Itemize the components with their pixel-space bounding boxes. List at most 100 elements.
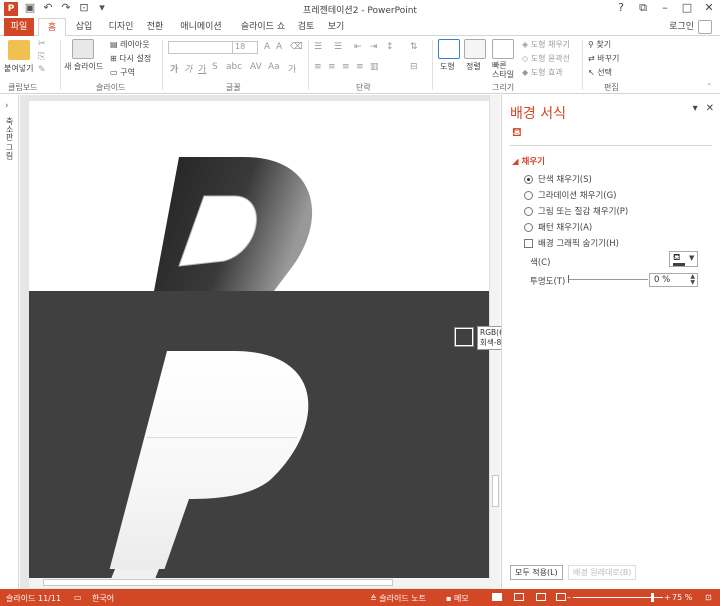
apply-to-all-button[interactable]: 모두 적용(L) bbox=[510, 565, 563, 580]
transparency-input[interactable]: 0 % ▲ ▼ bbox=[649, 273, 698, 287]
spellcheck-icon[interactable]: ▭ bbox=[74, 593, 82, 602]
reading-view-icon[interactable] bbox=[536, 593, 546, 601]
quick-styles-icon[interactable] bbox=[492, 39, 514, 59]
decrease-indent-icon[interactable]: ⇤ bbox=[354, 42, 362, 52]
expand-pane-icon[interactable]: › bbox=[5, 101, 9, 111]
tab-animations[interactable]: 애니메이션 bbox=[176, 18, 226, 36]
spin-arrows-icon[interactable]: ▲ ▼ bbox=[690, 274, 695, 286]
quick-styles-button[interactable]: 빠른 스타일 bbox=[492, 61, 516, 79]
collapse-ribbon-icon[interactable]: ⌃ bbox=[706, 82, 713, 91]
radio-gradient[interactable] bbox=[524, 190, 533, 200]
zoom-slider-thumb[interactable] bbox=[651, 593, 654, 602]
bullets-icon[interactable]: ☰ bbox=[314, 42, 322, 52]
slideshow-view-icon[interactable] bbox=[556, 593, 566, 601]
copy-icon[interactable]: ⎘ bbox=[38, 52, 45, 62]
font-size-box[interactable]: 18 bbox=[232, 41, 258, 54]
close-button[interactable]: ✕ bbox=[702, 2, 716, 14]
transparency-slider[interactable] bbox=[568, 275, 648, 283]
align-text-icon[interactable]: ⊟ bbox=[410, 62, 418, 72]
hide-background-graphics[interactable]: 배경 그래픽 숨기기(H) bbox=[524, 237, 619, 249]
tab-home[interactable]: 홈 bbox=[38, 18, 66, 36]
clear-format-icon[interactable]: ⌫ bbox=[290, 42, 303, 52]
align-right-icon[interactable]: ≡ bbox=[342, 62, 350, 72]
font-color-icon[interactable]: 가 bbox=[288, 62, 296, 75]
thumbnail-pane-collapsed[interactable]: › 축소판 그림 bbox=[0, 95, 19, 589]
tab-slideshow[interactable]: 슬라이드 쇼 bbox=[234, 18, 292, 36]
layout-button[interactable]: ▤ 레이아웃 bbox=[110, 39, 150, 50]
comments-button[interactable]: ▪ 메모 bbox=[446, 593, 469, 604]
minimize-button[interactable]: – bbox=[658, 2, 672, 14]
new-slide-button[interactable]: 새 슬라이드 bbox=[64, 61, 103, 72]
horizontal-scroll-thumb[interactable] bbox=[43, 579, 393, 586]
vertical-scroll-thumb[interactable] bbox=[492, 475, 499, 507]
reset-background-button[interactable]: 배경 원래대로(B) bbox=[568, 565, 637, 580]
ribbon-display-options-icon[interactable]: ⧉ bbox=[636, 2, 650, 14]
format-painter-icon[interactable]: ✎ bbox=[38, 65, 46, 75]
tab-insert[interactable]: 삽입 bbox=[70, 18, 98, 36]
language-indicator[interactable]: 한국어 bbox=[92, 593, 114, 604]
numbering-icon[interactable]: ☰ bbox=[334, 42, 342, 52]
increase-indent-icon[interactable]: ⇥ bbox=[370, 42, 378, 52]
shrink-font-icon[interactable]: A bbox=[276, 42, 282, 52]
pane-close-icon[interactable]: ✕ bbox=[706, 103, 714, 114]
color-picker-button[interactable]: ⛾ ▼ bbox=[669, 251, 698, 267]
arrange-icon[interactable] bbox=[464, 39, 486, 59]
pane-options-icon[interactable]: ▾ bbox=[693, 103, 698, 114]
paste-icon[interactable] bbox=[8, 40, 30, 60]
change-case-icon[interactable]: Aa bbox=[268, 62, 280, 72]
horizontal-scrollbar[interactable] bbox=[29, 578, 490, 588]
underline-icon[interactable]: 가 bbox=[198, 62, 206, 75]
shape-fill-button[interactable]: ◈ 도형 채우기 bbox=[522, 39, 570, 50]
fill-section-header[interactable]: ◢ 채우기 bbox=[512, 155, 545, 167]
zoom-in-icon[interactable]: + bbox=[664, 593, 671, 602]
normal-view-icon[interactable] bbox=[492, 593, 502, 601]
tab-review[interactable]: 검토 bbox=[294, 18, 318, 36]
grow-font-icon[interactable]: A bbox=[264, 42, 270, 52]
shadow-icon[interactable]: S bbox=[212, 62, 218, 72]
slide[interactable] bbox=[29, 101, 490, 579]
radio-pattern[interactable] bbox=[524, 222, 533, 232]
align-center-icon[interactable]: ≡ bbox=[328, 62, 336, 72]
tab-view[interactable]: 보기 bbox=[324, 18, 348, 36]
zoom-out-icon[interactable]: – bbox=[567, 593, 571, 602]
sign-in[interactable]: 로그인 bbox=[669, 18, 712, 36]
strikethrough-icon[interactable]: abc bbox=[226, 62, 242, 72]
section-button[interactable]: ▭ 구역 bbox=[110, 67, 135, 78]
hide-graphics-checkbox[interactable] bbox=[524, 238, 533, 248]
columns-icon[interactable]: ▥ bbox=[370, 62, 379, 72]
shape-outline-button[interactable]: ◇ 도형 윤곽선 bbox=[522, 53, 570, 64]
select-button[interactable]: ↖ 선택 bbox=[588, 67, 612, 78]
justify-icon[interactable]: ≡ bbox=[356, 62, 364, 72]
tab-transitions[interactable]: 전환 bbox=[143, 18, 167, 36]
radio-solid[interactable] bbox=[524, 174, 533, 184]
fill-option-pattern[interactable]: 패턴 채우기(A) bbox=[524, 221, 592, 233]
char-spacing-icon[interactable]: AV bbox=[250, 62, 262, 72]
fill-option-solid[interactable]: 단색 채우기(S) bbox=[524, 173, 592, 185]
fill-option-gradient[interactable]: 그라데이션 채우기(G) bbox=[524, 189, 616, 201]
align-left-icon[interactable]: ≡ bbox=[314, 62, 322, 72]
maximize-button[interactable]: □ bbox=[680, 2, 694, 14]
italic-icon[interactable]: 가 bbox=[184, 62, 192, 75]
sign-in-label[interactable]: 로그인 bbox=[669, 18, 694, 36]
fill-bucket-icon[interactable]: ⛾ bbox=[512, 125, 526, 139]
notes-button[interactable]: ≜ 슬라이드 노트 bbox=[370, 593, 426, 604]
zoom-level[interactable]: 75 % bbox=[672, 593, 692, 602]
new-slide-icon[interactable] bbox=[72, 39, 94, 59]
transparency-slider-thumb[interactable] bbox=[568, 275, 569, 283]
line-spacing-icon[interactable]: ↕ bbox=[386, 42, 394, 52]
replace-button[interactable]: ⇄ 바꾸기 bbox=[588, 53, 619, 64]
shapes-button[interactable]: 도형 bbox=[440, 61, 455, 72]
paste-button[interactable]: 붙여넣기 bbox=[4, 63, 33, 74]
arrange-button[interactable]: 정렬 bbox=[466, 61, 481, 72]
fit-to-window-icon[interactable]: ⊡ bbox=[705, 593, 712, 602]
tab-file[interactable]: 파일 bbox=[4, 18, 34, 36]
find-button[interactable]: ⚲ 찾기 bbox=[588, 39, 611, 50]
help-button[interactable]: ? bbox=[614, 2, 628, 14]
zoom-slider[interactable] bbox=[573, 593, 663, 602]
bold-icon[interactable]: 가 bbox=[170, 62, 178, 75]
text-direction-icon[interactable]: ⇅ bbox=[410, 42, 418, 52]
reset-button[interactable]: ⊞ 다시 설정 bbox=[110, 53, 151, 64]
fill-option-picture[interactable]: 그림 또는 질감 채우기(P) bbox=[524, 205, 628, 217]
shapes-icon[interactable] bbox=[438, 39, 460, 59]
shape-effects-button[interactable]: ◆ 도형 효과 bbox=[522, 67, 563, 78]
